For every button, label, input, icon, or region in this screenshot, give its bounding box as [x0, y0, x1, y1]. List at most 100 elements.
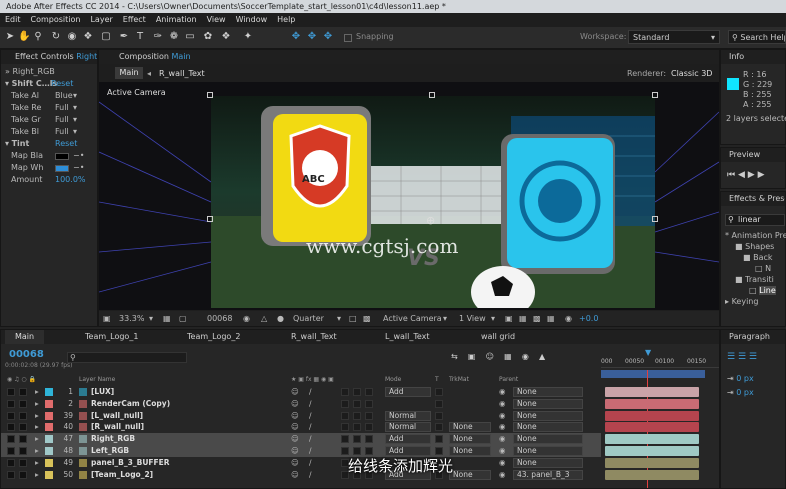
region-icon[interactable]: ▣ — [103, 314, 111, 323]
chevron-right-icon[interactable]: ▸ — [35, 398, 39, 410]
timeline-tab[interactable]: Team_Logo_2 — [187, 330, 240, 344]
layer-duration-bar[interactable] — [605, 398, 699, 409]
composition-viewer[interactable]: Active Camera ABC VS www.cgtsj.com ⊕ — [99, 82, 719, 310]
label-color[interactable] — [45, 399, 53, 408]
mode-select[interactable]: Add — [385, 387, 431, 397]
prop-select[interactable]: Full — [55, 102, 69, 114]
frame-handle[interactable] — [207, 92, 213, 98]
renderer-value[interactable]: Classic 3D — [671, 69, 712, 78]
eyedropper-icon[interactable]: −• — [73, 162, 84, 174]
rectangle-tool-icon[interactable]: ▢ — [100, 31, 112, 43]
eraser-tool-icon[interactable]: ▭ — [184, 31, 196, 43]
layer-duration-bar[interactable] — [605, 387, 699, 397]
pin-tool-icon[interactable]: ✦ — [242, 31, 254, 43]
solo-toggle[interactable] — [19, 458, 27, 467]
flowchart-icon[interactable]: ▦ — [547, 314, 555, 323]
parent-select[interactable]: None — [513, 434, 583, 445]
label-color[interactable] — [45, 411, 53, 420]
switch-box[interactable] — [353, 447, 361, 455]
menu-layer[interactable]: Layer — [85, 13, 117, 27]
switch-box[interactable] — [365, 423, 373, 432]
label-color[interactable] — [45, 458, 53, 467]
chevron-right-icon[interactable]: ▸ — [35, 433, 39, 445]
prop-select[interactable]: Full — [55, 126, 69, 138]
layer-name[interactable]: [L_wall_null] — [91, 410, 143, 422]
chevron-right-icon[interactable]: ▸ — [35, 445, 39, 457]
switch-box[interactable] — [365, 447, 373, 455]
video-toggle[interactable] — [7, 458, 15, 467]
tree-item[interactable]: ■ Back — [725, 252, 786, 263]
table-row[interactable]: ▸ 40 [R_wall_null] ☺ ∕ Normal None ◉ None — [1, 421, 699, 433]
layer-name[interactable]: Right_RGB — [91, 433, 135, 445]
layer-name[interactable]: [Team_Logo_2] — [91, 469, 153, 481]
indent-left-value[interactable]: 0 px — [736, 374, 753, 383]
view-layout-select[interactable]: 1 View — [459, 314, 486, 323]
switch-box[interactable] — [341, 388, 349, 396]
menu-window[interactable]: Window — [231, 13, 273, 27]
shift-channels-reset[interactable]: Reset — [51, 78, 73, 90]
parent-select[interactable]: 43. panel_B_3 — [513, 469, 583, 480]
timeline-tab[interactable]: wall grid — [481, 330, 515, 344]
table-row[interactable]: ▸ 39 [L_wall_null] ☺ ∕ Normal ◉ None — [1, 410, 699, 422]
info-tab[interactable]: Info — [721, 50, 785, 64]
indent-first-value[interactable]: 0 px — [736, 388, 753, 397]
prev-frame-icon[interactable]: ◀ — [738, 170, 745, 180]
table-row[interactable]: ▸ 47 Right_RGB ☺ ∕ Add None ◉ None — [1, 433, 699, 446]
prop-select[interactable]: Full — [55, 114, 69, 126]
grid-icon[interactable]: ▦ — [163, 314, 171, 323]
time-ruler[interactable]: 000 00050 00100 00150 ▼ — [601, 348, 719, 368]
tree-item[interactable]: ■ Transiti — [725, 274, 786, 285]
align-left-icon[interactable]: ☰ — [727, 352, 735, 362]
preserve-transparency-toggle[interactable] — [435, 423, 443, 432]
solo-toggle[interactable] — [19, 470, 27, 479]
local-axis-icon[interactable]: ✥ — [290, 31, 302, 43]
shy-icon[interactable]: ☺ — [291, 457, 299, 469]
menu-help[interactable]: Help — [272, 13, 300, 27]
align-center-icon[interactable]: ☰ — [738, 352, 746, 362]
play-icon[interactable]: ▶ — [748, 170, 755, 180]
chevron-right-icon[interactable]: ▸ — [35, 457, 39, 469]
table-row[interactable]: ▸ 48 Left_RGB ☺ ∕ Add None ◉ None — [1, 445, 699, 457]
label-color[interactable] — [45, 470, 53, 479]
parent-select[interactable]: None — [513, 457, 583, 468]
quality-icon[interactable]: ∕ — [309, 410, 312, 422]
table-row[interactable]: ▸ 1 [LUX] ☺ ∕ Add ◉ None — [1, 386, 699, 398]
layer-name[interactable]: Left_RGB — [91, 445, 129, 457]
amount-value[interactable]: 100.0% — [55, 174, 86, 186]
parent-select[interactable]: None — [513, 446, 583, 456]
layer-duration-bar[interactable] — [605, 434, 699, 445]
switch-box[interactable] — [353, 435, 361, 444]
clone-stamp-tool-icon[interactable]: ❁ — [168, 31, 180, 43]
safe-zones-icon[interactable]: ▢ — [179, 314, 187, 323]
tree-item[interactable]: * Animation Pre — [725, 230, 786, 241]
timeline-tab[interactable]: L_wall_Text — [385, 330, 430, 344]
timeline-tab[interactable]: R_wall_Text — [291, 330, 337, 344]
menu-composition[interactable]: Composition — [26, 13, 86, 27]
chevron-right-icon[interactable]: ▸ — [35, 421, 39, 433]
quality-icon[interactable]: ∕ — [309, 469, 312, 481]
tree-item[interactable]: ▸ Keying — [725, 296, 786, 307]
tint-reset[interactable]: Reset — [55, 138, 77, 150]
shy-icon[interactable]: ☺ — [291, 386, 299, 398]
shy-icon[interactable]: ☺ — [291, 398, 299, 410]
frame-handle[interactable] — [652, 216, 658, 222]
tree-item[interactable]: □ N — [725, 263, 786, 274]
effects-presets-tab[interactable]: Effects & Presets — [721, 192, 785, 206]
frame-blending-icon[interactable]: ▦ — [504, 352, 512, 361]
header-t[interactable]: T — [435, 376, 439, 383]
mode-select[interactable]: Normal — [385, 410, 431, 421]
preserve-transparency-toggle[interactable] — [435, 435, 443, 444]
layer-name[interactable]: panel_B_3_BUFFER — [91, 457, 170, 469]
parent-select[interactable]: None — [513, 387, 583, 397]
menu-edit[interactable]: Edit — [0, 13, 26, 27]
camera-tool-icon[interactable]: ◉ — [66, 31, 78, 43]
switch-box[interactable] — [353, 388, 361, 396]
tree-item[interactable]: ■ Shapes — [725, 241, 786, 252]
video-toggle[interactable] — [7, 447, 15, 455]
label-color[interactable] — [45, 423, 53, 432]
work-area-bar[interactable] — [601, 370, 705, 378]
timeline-timecode[interactable]: 00068 — [9, 349, 44, 360]
paragraph-tab[interactable]: Paragraph — [721, 330, 785, 344]
menu-view[interactable]: View — [202, 13, 231, 27]
graph-editor-icon[interactable]: ▲ — [539, 352, 545, 361]
